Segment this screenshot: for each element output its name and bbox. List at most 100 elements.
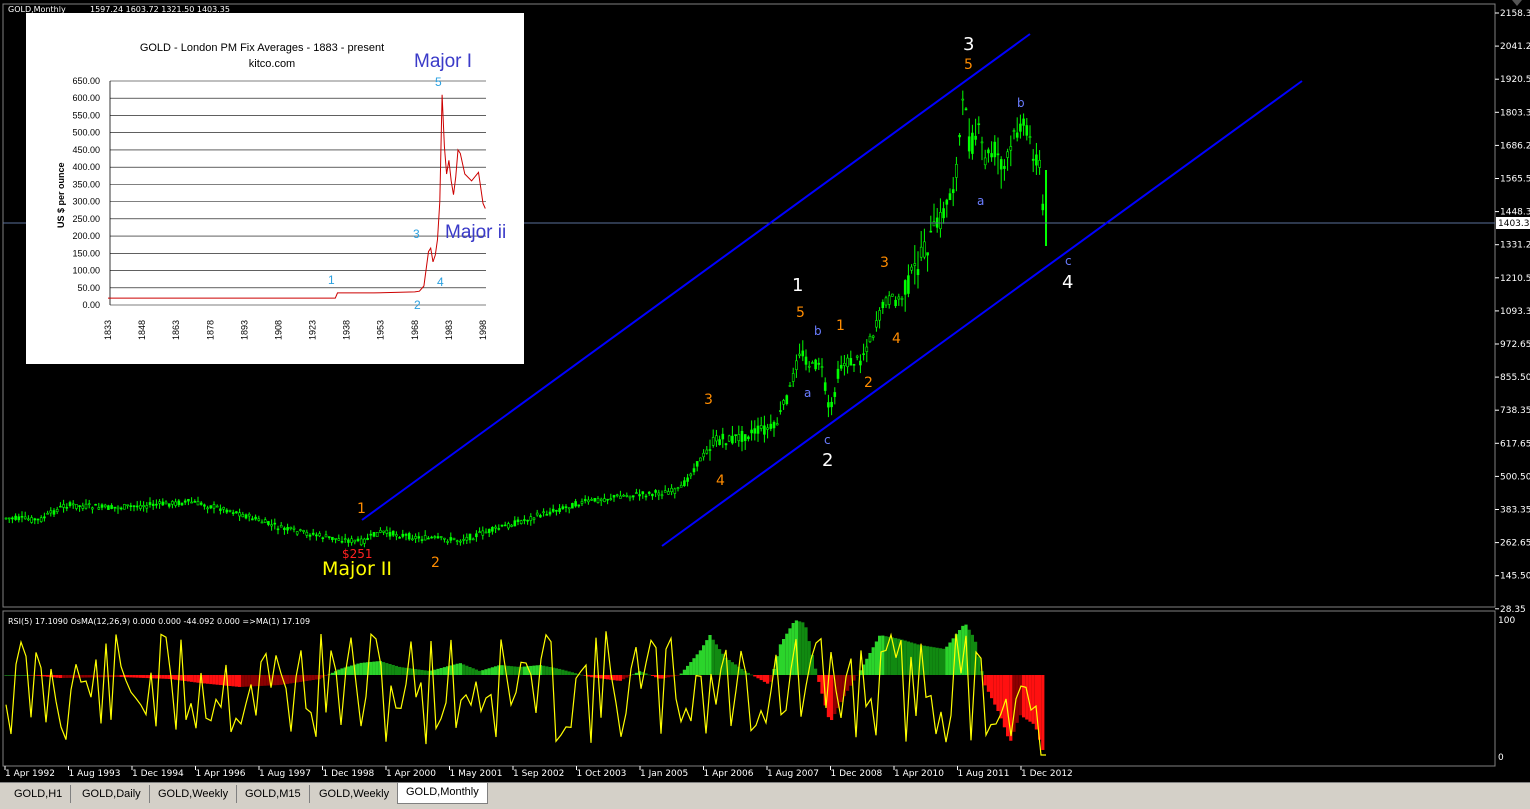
price-axis: 2158.35 2041.20 1920.55 1803.35 1686.20 1565.… bbox=[1495, 9, 1530, 615]
candle-body bbox=[407, 533, 411, 540]
candle-body bbox=[708, 449, 712, 451]
candle-body bbox=[907, 275, 910, 294]
candle-body bbox=[769, 423, 773, 429]
candle-body bbox=[471, 538, 475, 541]
candle-body bbox=[388, 532, 392, 537]
osma-bar bbox=[68, 675, 72, 678]
tab-gold-weekly[interactable]: GOLD,Weekly bbox=[150, 785, 238, 803]
candle-body bbox=[942, 208, 945, 219]
candle-body bbox=[494, 526, 497, 529]
candle-body bbox=[4, 517, 8, 520]
osma-bar bbox=[932, 647, 936, 675]
inset-x-tick: 1923 bbox=[308, 320, 318, 340]
osma-bar bbox=[388, 664, 392, 675]
candle-body bbox=[404, 534, 408, 536]
osma-bar bbox=[830, 675, 834, 721]
candle-body bbox=[817, 362, 821, 365]
candle-body bbox=[1012, 130, 1016, 132]
osma-bar bbox=[110, 675, 114, 678]
price-tick-label: 1331.20 bbox=[1500, 241, 1530, 251]
osma-bar bbox=[10, 675, 14, 676]
inset-wave-4: 4 bbox=[437, 275, 444, 289]
osma-bar bbox=[686, 665, 690, 675]
candle-body bbox=[455, 540, 459, 542]
tab-gold-monthly[interactable]: GOLD,Monthly bbox=[397, 783, 488, 804]
candle-body bbox=[759, 425, 763, 429]
candle-body bbox=[468, 533, 472, 541]
osma-bar bbox=[305, 675, 309, 681]
osma-bar bbox=[385, 663, 389, 675]
candle-body bbox=[369, 533, 373, 536]
osma-bar bbox=[42, 675, 46, 677]
inset-y-tick: 600.00 bbox=[72, 93, 100, 103]
candle-body bbox=[516, 519, 520, 522]
inset-x-tick: 1968 bbox=[410, 320, 420, 340]
inset-x-tick: 1908 bbox=[273, 320, 283, 340]
candle-body bbox=[292, 527, 296, 530]
osma-bar bbox=[87, 675, 91, 678]
osma-bar bbox=[554, 668, 558, 675]
tab-gold-h1[interactable]: GOLD,H1 bbox=[6, 785, 72, 803]
candle-body bbox=[766, 427, 769, 430]
candle-body bbox=[910, 266, 913, 271]
osma-bar bbox=[346, 666, 350, 675]
price-tick-label: 383.35 bbox=[1500, 506, 1530, 516]
candle-body bbox=[206, 507, 209, 510]
tab-gold-daily[interactable]: GOLD,Daily bbox=[74, 785, 150, 803]
candle-body bbox=[286, 527, 289, 531]
osma-bar bbox=[234, 675, 238, 687]
osma-bar bbox=[228, 675, 232, 686]
osma-bar bbox=[209, 675, 213, 685]
price-tick-label: 2158.35 bbox=[1500, 9, 1530, 19]
osma-bar bbox=[1041, 675, 1045, 750]
osma-bar bbox=[417, 669, 421, 675]
candle-body bbox=[308, 534, 312, 537]
candle-body bbox=[151, 503, 155, 506]
osma-bar bbox=[244, 675, 248, 687]
osma-bar bbox=[119, 675, 123, 678]
osma-bar bbox=[542, 665, 546, 675]
candle-body bbox=[679, 484, 683, 488]
osma-bar bbox=[599, 675, 603, 679]
osma-bar bbox=[212, 675, 216, 685]
osma-bar bbox=[647, 674, 651, 676]
candle-body bbox=[795, 360, 798, 370]
osma-bar bbox=[993, 675, 997, 705]
osma-bar bbox=[263, 675, 267, 686]
osma-bar bbox=[913, 643, 917, 675]
candle-body bbox=[763, 425, 766, 435]
price-tick-label: 1803.35 bbox=[1500, 108, 1530, 118]
candle-body bbox=[1019, 123, 1022, 132]
candle-body bbox=[868, 335, 872, 343]
inset-y-tick: 650.00 bbox=[72, 76, 100, 86]
osma-bar bbox=[522, 666, 526, 675]
window-corner-arrow-icon[interactable] bbox=[1512, 0, 1522, 6]
price-tick-label: 500.50 bbox=[1500, 472, 1530, 482]
inset-y-tick: 50.00 bbox=[77, 283, 100, 293]
candle-body bbox=[94, 503, 97, 506]
osma-bar bbox=[174, 675, 178, 680]
date-tick-label: 1 Aug 1997 bbox=[259, 769, 311, 779]
candle-body bbox=[775, 423, 779, 426]
candle-body bbox=[932, 221, 936, 227]
candle-body bbox=[875, 320, 878, 328]
candle-body bbox=[740, 430, 744, 442]
candle-body bbox=[302, 530, 305, 532]
inset-wave-1: 1 bbox=[328, 273, 335, 287]
candle-body bbox=[1015, 132, 1019, 138]
candle-body bbox=[987, 149, 990, 154]
candle-body bbox=[718, 439, 721, 445]
inset-chart: GOLD - London PM Fix Averages - 1883 - p… bbox=[56, 42, 506, 340]
osma-bar bbox=[711, 639, 715, 675]
osma-bar bbox=[670, 675, 674, 677]
osma-bar bbox=[62, 675, 66, 678]
tab-gold-m15[interactable]: GOLD,M15 bbox=[237, 785, 310, 803]
tab-gold-weekly-2[interactable]: GOLD,Weekly bbox=[311, 785, 399, 803]
major-ii-label: Major II bbox=[322, 558, 392, 580]
candle-body bbox=[174, 501, 177, 506]
price-tick-label: 1565.55 bbox=[1500, 175, 1530, 185]
candle-body bbox=[321, 537, 325, 540]
osma-bar bbox=[548, 667, 552, 675]
wave-label-orange-2b: 2 bbox=[864, 375, 873, 391]
osma-bar bbox=[759, 675, 763, 681]
